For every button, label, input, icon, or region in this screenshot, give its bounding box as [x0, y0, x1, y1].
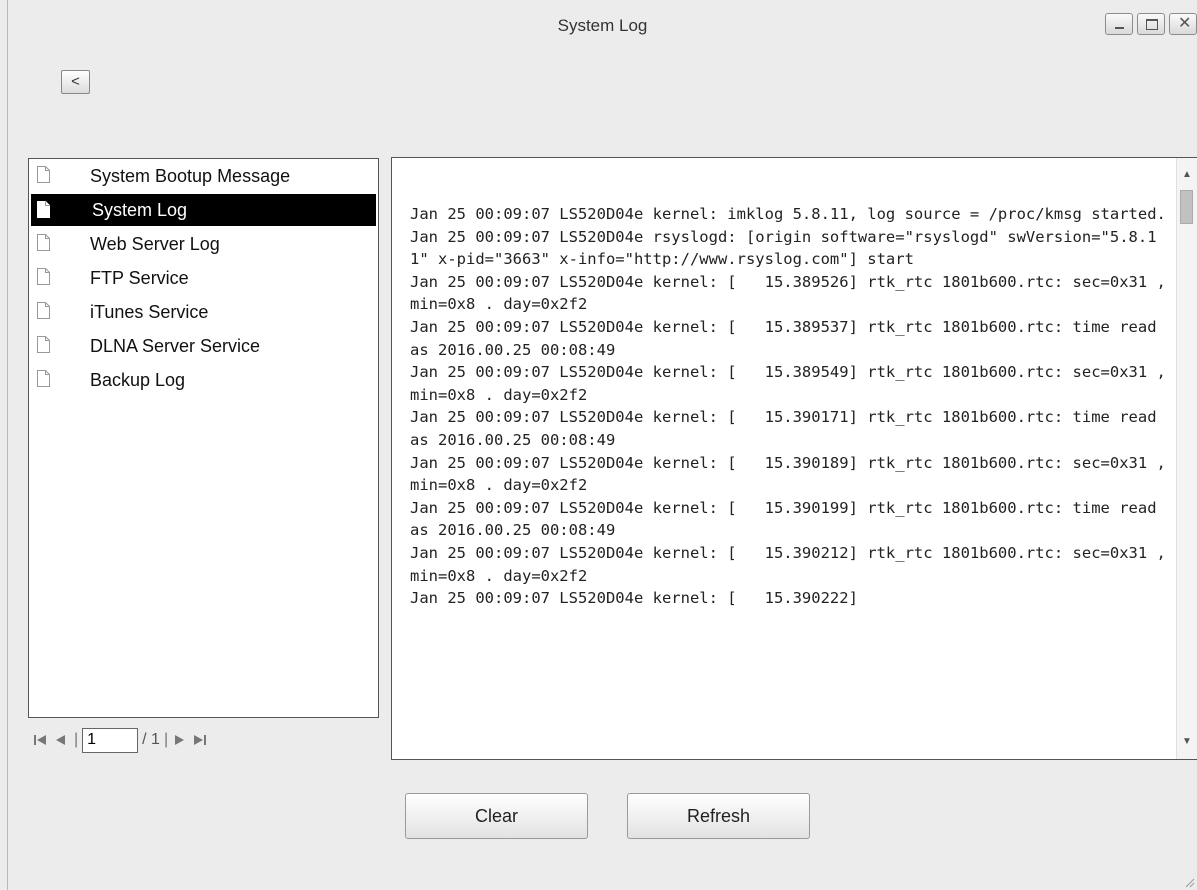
next-page-icon[interactable] [172, 732, 186, 748]
maximize-icon [1146, 19, 1158, 30]
document-icon [37, 201, 50, 218]
list-item-dlna-server-service[interactable]: DLNA Server Service [29, 329, 378, 363]
last-page-icon[interactable] [192, 732, 208, 748]
list-item-ftp-service[interactable]: FTP Service [29, 261, 378, 295]
window-title: System Log [557, 16, 648, 35]
back-button[interactable]: < [61, 70, 90, 94]
list-item-label: System Bootup Message [90, 165, 291, 186]
list-item-label: iTunes Service [90, 301, 209, 322]
scroll-thumb[interactable] [1180, 190, 1193, 224]
page-number-input[interactable] [82, 727, 139, 753]
system-log-window: System Log ✕ < System Bootup Message Sys… [7, 0, 1197, 890]
document-icon [37, 234, 50, 251]
list-item-web-server-log[interactable]: Web Server Log [29, 227, 378, 261]
minimize-icon [1115, 27, 1124, 29]
scroll-up-icon[interactable]: ▲ [1177, 166, 1197, 184]
document-icon [37, 166, 50, 183]
pager-separator: | [74, 731, 79, 748]
resize-grip-icon[interactable] [1183, 876, 1195, 888]
close-icon: ✕ [1178, 15, 1192, 32]
document-icon [37, 370, 50, 387]
minimize-button[interactable] [1105, 13, 1133, 35]
document-icon [37, 302, 50, 319]
log-content-panel[interactable]: Jan 25 00:09:07 LS520D04e kernel: imklog… [391, 157, 1197, 760]
clear-button[interactable]: Clear [405, 793, 588, 839]
list-item-label: System Log [92, 199, 188, 220]
document-icon [37, 268, 50, 285]
maximize-button[interactable] [1137, 13, 1165, 35]
log-text: Jan 25 00:09:07 LS520D04e kernel: imklog… [410, 205, 1166, 608]
list-item-label: Backup Log [90, 369, 186, 390]
log-type-list: System Bootup Message System Log Web Ser… [28, 158, 379, 718]
list-item-system-bootup-message[interactable]: System Bootup Message [29, 159, 378, 193]
log-scrollbar[interactable]: ▲ ▼ [1176, 158, 1197, 759]
prev-page-icon[interactable] [54, 732, 68, 748]
list-item-backup-log[interactable]: Backup Log [29, 363, 378, 397]
pager-separator: | [163, 731, 169, 748]
close-button[interactable]: ✕ [1169, 13, 1197, 35]
document-icon [37, 336, 50, 353]
refresh-button[interactable]: Refresh [627, 793, 810, 839]
first-page-icon[interactable] [32, 732, 48, 748]
list-item-system-log[interactable]: System Log [31, 194, 376, 226]
window-controls: ✕ [1105, 13, 1197, 35]
list-item-itunes-service[interactable]: iTunes Service [29, 295, 378, 329]
page-total-label: / 1 [142, 731, 160, 748]
list-item-label: FTP Service [90, 267, 189, 288]
pager: | / 1 | [32, 727, 208, 753]
scroll-down-icon[interactable]: ▼ [1177, 733, 1197, 751]
list-item-label: DLNA Server Service [90, 335, 261, 356]
list-item-label: Web Server Log [90, 233, 220, 254]
